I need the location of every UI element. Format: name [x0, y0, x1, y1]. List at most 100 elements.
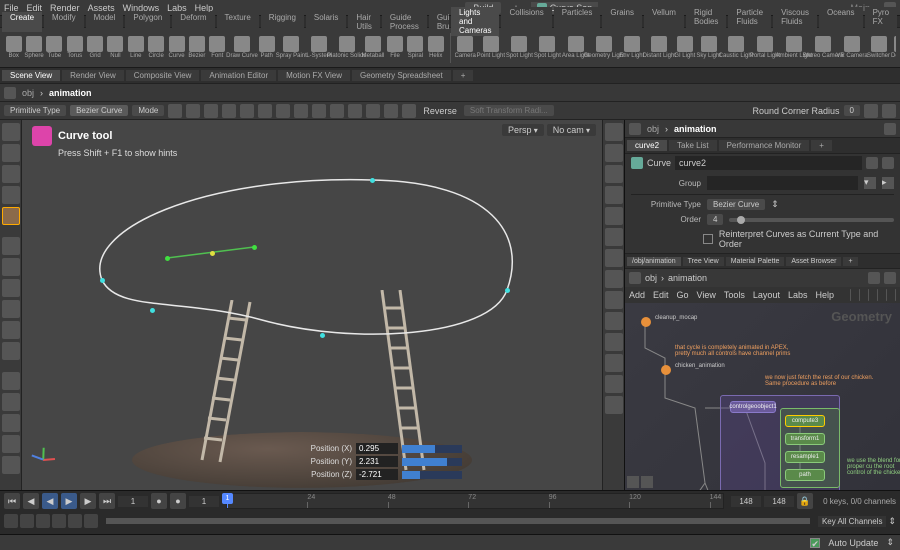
group-select-icon[interactable]: ▸	[882, 177, 894, 189]
display-n-icon[interactable]	[605, 396, 623, 414]
shelf-tool[interactable]: Dop Net	[891, 30, 896, 66]
nm-go[interactable]: Go	[677, 290, 689, 300]
mode-h-icon[interactable]	[348, 104, 362, 118]
shelf-tool[interactable]: Area Light	[562, 30, 589, 66]
shelf-tool[interactable]: Path	[257, 30, 276, 66]
mode-e-icon[interactable]	[294, 104, 308, 118]
display-c-icon[interactable]	[605, 165, 623, 183]
opt-tool-b-icon[interactable]	[882, 104, 896, 118]
display-j-icon[interactable]	[605, 312, 623, 330]
node-dot[interactable]	[661, 365, 671, 375]
shelf-tool[interactable]: Spot Light	[534, 30, 561, 66]
node-block[interactable]: controlgeoobject1	[730, 401, 776, 413]
shelf-tool[interactable]: Spiral	[406, 30, 425, 66]
tc-e-icon[interactable]	[68, 514, 82, 528]
snap-b-icon[interactable]	[2, 258, 20, 276]
shelf-tool[interactable]: Circle	[147, 30, 166, 66]
tab[interactable]: Hair Utils	[348, 12, 380, 32]
round-corner-value[interactable]: 0	[844, 105, 860, 116]
tab[interactable]: Polygon	[125, 12, 170, 32]
node-block[interactable]: compute3	[785, 415, 825, 427]
snap-e-icon[interactable]	[2, 321, 20, 339]
shelf-tool[interactable]: Bezier	[187, 30, 206, 66]
shelf-tool[interactable]: Curve	[167, 30, 186, 66]
display-a-icon[interactable]	[605, 123, 623, 141]
tab[interactable]: Motion FX View	[278, 70, 350, 81]
pos-y-value[interactable]: 2.231	[356, 456, 398, 467]
tab[interactable]: Geometry Spreadsheet	[352, 70, 451, 81]
overview-a-icon[interactable]	[627, 476, 639, 488]
net-icon-f[interactable]	[895, 289, 896, 301]
shelf-tool[interactable]: Spot Light	[506, 30, 533, 66]
help-icon[interactable]	[882, 157, 894, 169]
display-d-icon[interactable]	[605, 186, 623, 204]
net-icon-a[interactable]	[850, 289, 851, 301]
primtype-dropdown[interactable]: Bezier Curve	[707, 199, 765, 210]
tab[interactable]: Render View	[62, 70, 124, 81]
pos-x-value[interactable]: 0.295	[356, 443, 398, 454]
curve-point[interactable]	[370, 178, 375, 183]
display-k-icon[interactable]	[605, 333, 623, 351]
tc-d-icon[interactable]	[52, 514, 66, 528]
shading-d-icon[interactable]	[2, 435, 20, 453]
overview-b-icon[interactable]	[641, 476, 653, 488]
pos-x-slider[interactable]	[402, 445, 462, 453]
pos-z-value[interactable]: -2.721	[356, 469, 398, 480]
net-history-icon[interactable]	[629, 272, 641, 284]
camera-dropdown[interactable]: No cam ▾	[547, 124, 596, 136]
nm-view[interactable]: View	[697, 290, 716, 300]
nm-help[interactable]: Help	[815, 290, 834, 300]
mode-b-icon[interactable]	[240, 104, 254, 118]
mode-tweak-icon[interactable]	[204, 104, 218, 118]
shelf-tool[interactable]: Null	[106, 30, 125, 66]
primtype-dropdown[interactable]: Bezier Curve	[70, 105, 128, 116]
param-crumb-current[interactable]: animation	[674, 124, 717, 134]
shelf-tool[interactable]: Stereo Camera	[809, 30, 837, 66]
shading-a-icon[interactable]	[2, 372, 20, 390]
mode-a-icon[interactable]	[222, 104, 236, 118]
move-tool-icon[interactable]	[2, 144, 20, 162]
network-tab[interactable]: Tree View	[683, 257, 724, 266]
nm-layout[interactable]: Layout	[753, 290, 780, 300]
goto-start-button[interactable]: ⏮	[4, 493, 20, 509]
curve-handle[interactable]	[252, 245, 257, 250]
path-crumb-obj[interactable]: obj	[22, 88, 34, 98]
nm-add[interactable]: Add	[629, 290, 645, 300]
handle-tool-icon[interactable]	[2, 207, 20, 225]
curve-point[interactable]	[100, 278, 105, 283]
tab[interactable]: Scene View	[2, 70, 60, 81]
shelf-tool[interactable]: Env Light	[619, 30, 644, 66]
range-start[interactable]: 1	[189, 496, 219, 507]
tc-c-icon[interactable]	[36, 514, 50, 528]
tab[interactable]: Guide Brushes	[429, 12, 449, 32]
network-tab[interactable]: +	[843, 257, 857, 266]
shelf-tool[interactable]: Torus	[65, 30, 84, 66]
order-value[interactable]: 4	[707, 214, 723, 225]
mode-draw-icon[interactable]	[186, 104, 200, 118]
shelf-tool[interactable]: Grid	[85, 30, 104, 66]
mode-j-icon[interactable]	[384, 104, 398, 118]
current-frame[interactable]: 1	[118, 496, 148, 507]
param-crumb-obj[interactable]: obj	[647, 124, 659, 134]
shading-b-icon[interactable]	[2, 393, 20, 411]
path-history-icon[interactable]	[4, 87, 16, 99]
display-i-icon[interactable]	[605, 291, 623, 309]
persp-dropdown[interactable]: Persp ▾	[502, 124, 544, 136]
goto-end-button[interactable]: ⏭	[99, 493, 115, 509]
tab[interactable]: Create	[2, 12, 42, 32]
mode-i-icon[interactable]	[366, 104, 380, 118]
nm-tools[interactable]: Tools	[724, 290, 745, 300]
tab[interactable]: Deform	[172, 12, 214, 32]
shelf-tool[interactable]: Font	[208, 30, 227, 66]
key-next-button[interactable]: ●	[170, 493, 186, 509]
shelf-tool[interactable]: Distant Light	[645, 30, 673, 66]
shelf-tool[interactable]: Line	[126, 30, 145, 66]
network-tab[interactable]: Asset Browser	[786, 257, 841, 266]
net-icon-d[interactable]	[877, 289, 878, 301]
auto-update-checkbox[interactable]: ✔	[810, 538, 820, 548]
nm-edit[interactable]: Edit	[653, 290, 669, 300]
net-crumb-current[interactable]: animation	[668, 273, 707, 283]
shelf-tool[interactable]: Geometry Light	[590, 30, 618, 66]
group-menu-icon[interactable]: ▾	[864, 177, 876, 189]
snap-a-icon[interactable]	[2, 237, 20, 255]
